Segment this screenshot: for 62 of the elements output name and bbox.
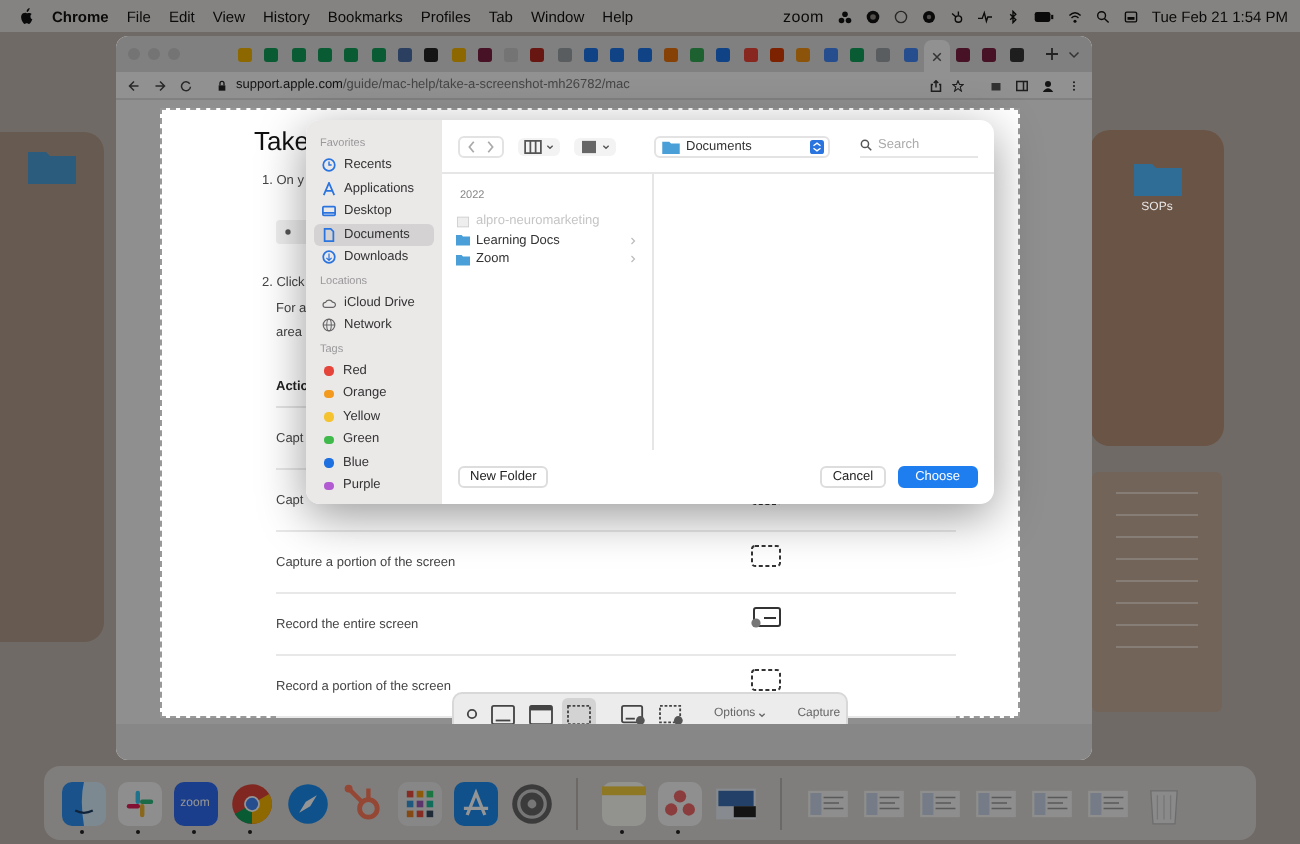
- chevron-down-icon[interactable]: [1068, 48, 1080, 60]
- caret-icon: [757, 711, 766, 717]
- stepper-icon: [810, 139, 824, 153]
- safari-app-icon[interactable]: [285, 781, 329, 825]
- zoom-status-item[interactable]: zoom: [783, 7, 824, 25]
- star-icon[interactable]: [952, 79, 964, 91]
- dashed-rectangle-icon: [750, 544, 782, 568]
- dashed-rectangle-icon: [566, 703, 592, 725]
- activity-status-icon[interactable]: [977, 9, 992, 23]
- dots-status-icon[interactable]: [837, 9, 852, 23]
- grid-view-button[interactable]: [574, 137, 616, 155]
- control-center-icon[interactable]: [1123, 9, 1138, 23]
- appstore-app-icon[interactable]: [453, 781, 497, 825]
- caret-icon: [546, 143, 554, 149]
- forward-arrow-icon[interactable]: [154, 79, 166, 91]
- clock-status-icon[interactable]: [893, 9, 908, 23]
- clock-icon: [322, 158, 336, 173]
- columns-icon: [524, 139, 542, 153]
- wifi-icon[interactable]: [1067, 9, 1082, 23]
- chevron-right-icon: [484, 139, 496, 153]
- sidebar-icon[interactable]: [1016, 79, 1028, 91]
- cloud-icon: [322, 295, 336, 310]
- monitor-icon: [322, 204, 336, 219]
- asana-app-icon[interactable]: [657, 781, 701, 825]
- reload-icon[interactable]: [180, 79, 192, 91]
- chevron-left-icon: [466, 139, 478, 153]
- share-icon[interactable]: [930, 79, 942, 91]
- circle-status-icon[interactable]: [865, 9, 880, 23]
- back-forward-buttons[interactable]: [458, 135, 504, 157]
- screen-icon: [490, 703, 516, 725]
- column-view-button[interactable]: [518, 137, 560, 155]
- caret-icon: [602, 143, 610, 149]
- screen-record-icon: [620, 703, 646, 725]
- globe-icon: [322, 318, 336, 333]
- close-tab-icon[interactable]: [931, 51, 942, 61]
- settings-app-icon[interactable]: [509, 781, 553, 825]
- search-icon: [860, 138, 872, 152]
- new-tab-icon[interactable]: [1045, 48, 1058, 60]
- hubspot-app-icon[interactable]: [341, 781, 385, 825]
- dashed-record-icon: [658, 703, 684, 725]
- page-heading: Take: [254, 126, 309, 156]
- search-icon[interactable]: [1095, 9, 1110, 23]
- finder-app-icon[interactable]: [61, 781, 105, 825]
- bluetooth-icon[interactable]: [1005, 9, 1020, 23]
- close-icon: [466, 708, 478, 720]
- profile-avatar-icon[interactable]: [1042, 79, 1054, 91]
- download-icon: [322, 250, 336, 265]
- window-icon: [528, 703, 554, 725]
- document-icon: [322, 227, 336, 242]
- chrome-app-icon[interactable]: [229, 781, 273, 825]
- document-icon: [456, 215, 470, 228]
- folder-icon: [662, 139, 680, 153]
- screen-record-icon: [750, 606, 782, 630]
- back-arrow-icon[interactable]: [128, 79, 140, 91]
- dashed-rectangle-icon: [750, 668, 782, 692]
- capture-mode-button[interactable]: [562, 698, 596, 730]
- apple-logo-icon[interactable]: [20, 8, 34, 24]
- launchpad-app-icon[interactable]: [397, 781, 441, 825]
- lock-icon: [218, 79, 226, 91]
- applications-icon: [322, 181, 336, 196]
- battery-icon[interactable]: [1033, 9, 1054, 23]
- slack-app-icon[interactable]: [117, 781, 161, 825]
